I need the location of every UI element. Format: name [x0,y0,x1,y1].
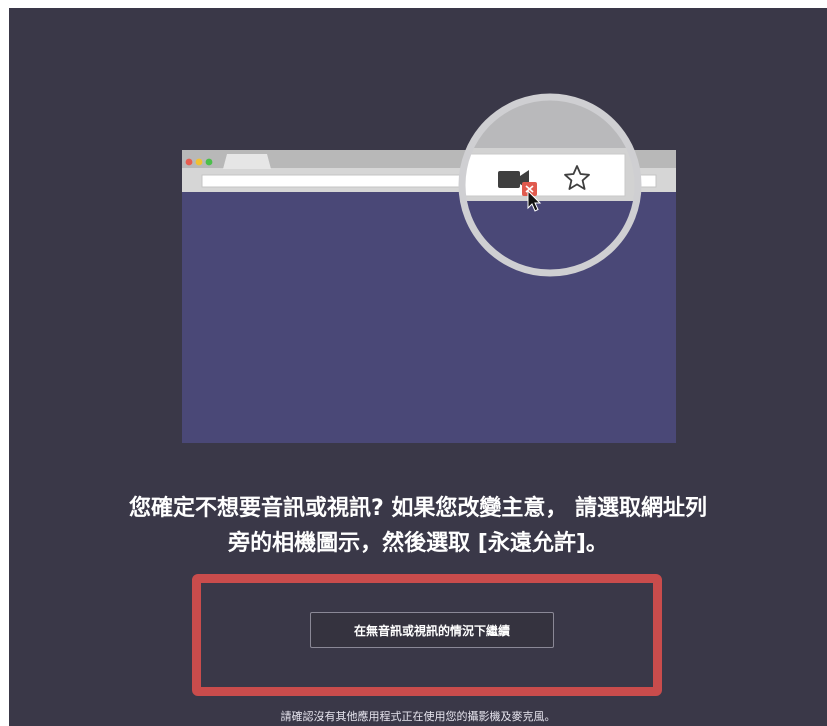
window-close-dot [185,158,193,166]
permission-dialog: 您確定不想要音訊或視訊? 如果您改變主意， 請選取網址列 旁的相機圖示，然後選取… [9,8,827,726]
headline-line-1: 您確定不想要音訊或視訊? 如果您改變主意， 請選取網址列 [128,496,708,521]
headline-line-2: 旁的相機圖示，然後選取 [永遠允許]。 [228,531,608,556]
dialog-headline: 您確定不想要音訊或視訊? 如果您改變主意， 請選取網址列 旁的相機圖示，然後選取… [49,491,787,561]
window-minimize-dot [195,158,203,166]
continue-without-av-button[interactable]: 在無音訊或視訊的情況下繼續 [310,612,554,648]
browser-illustration [182,93,676,443]
footnote-text: 請確認沒有其他應用程式正在使用您的攝影機及麥克風。 [280,710,556,723]
window-maximize-dot [205,158,213,166]
